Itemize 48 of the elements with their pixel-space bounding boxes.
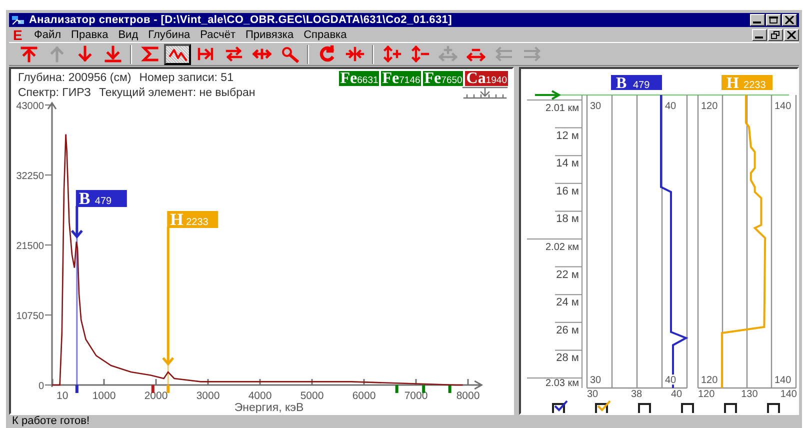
depth-text: Глубина: 200956 (см) <box>18 71 132 86</box>
scale-label: 40 <box>665 101 676 112</box>
spectrum-text: Спектр: ГИРЗ <box>18 86 91 101</box>
status-text: К работе готов! <box>11 415 91 428</box>
axis-label: 7000 <box>404 390 428 402</box>
depth-label: 16 м <box>556 185 579 198</box>
axis-label: 21500 <box>16 241 44 252</box>
depth-label: 22 м <box>556 268 579 281</box>
scale-label: 30 <box>590 101 602 112</box>
depth-label: 2.02 км <box>546 242 579 253</box>
depth-label: 24 м <box>556 296 579 309</box>
axis-label: 140 <box>780 389 797 400</box>
element-text: Текущий элемент: не выбран <box>99 86 256 101</box>
depth-label: 2.03 км <box>546 378 579 389</box>
axis-label: 0 <box>38 381 44 392</box>
scale-label: 140 <box>774 101 792 112</box>
axis-label: 30 <box>587 389 598 400</box>
axis-label: 40 <box>671 389 682 400</box>
depth-label: 14 м <box>556 158 579 170</box>
axis-label: 10 <box>56 390 68 402</box>
axis-label: 10750 <box>16 311 44 322</box>
element-flag: H 2233 <box>167 210 218 229</box>
axis-label: 3000 <box>196 390 220 402</box>
depth-label: 12 м <box>556 130 579 142</box>
axis-label: 8000 <box>456 390 480 402</box>
axis-label: 2000 <box>144 390 168 402</box>
scale-label: 140 <box>774 375 792 386</box>
axis-label: 120 <box>698 389 715 400</box>
track-flag: H 2233 <box>722 75 773 92</box>
track-flag: B 479 <box>611 75 662 92</box>
axis-label: 6000 <box>352 390 376 402</box>
record-text: Номер записи: 51 <box>139 71 234 86</box>
depth-label: 26 м <box>556 324 579 336</box>
window-title: Анализатор спектров - [D:\Vint_ale\CO_OBR.GEC\LOGDATA\631\Co2_01.631] <box>29 14 452 26</box>
depth-label: 28 м <box>556 352 579 364</box>
axis-label: 43000 <box>16 101 44 112</box>
scale-label: 120 <box>701 101 718 112</box>
axis-label: 5000 <box>300 390 324 402</box>
axis-label: 38 <box>631 389 642 400</box>
axis-label: 130 <box>741 389 758 400</box>
axis-label: 1000 <box>92 390 116 402</box>
axis-label: 4000 <box>248 390 272 402</box>
depth-label: 18 м <box>556 213 579 226</box>
axis-label: 32250 <box>16 171 44 182</box>
element-flag: B 479 <box>76 189 127 208</box>
depth-label: 2.01 км <box>546 103 579 114</box>
scale-label: 120 <box>701 375 718 386</box>
scale-label: 30 <box>590 375 602 386</box>
